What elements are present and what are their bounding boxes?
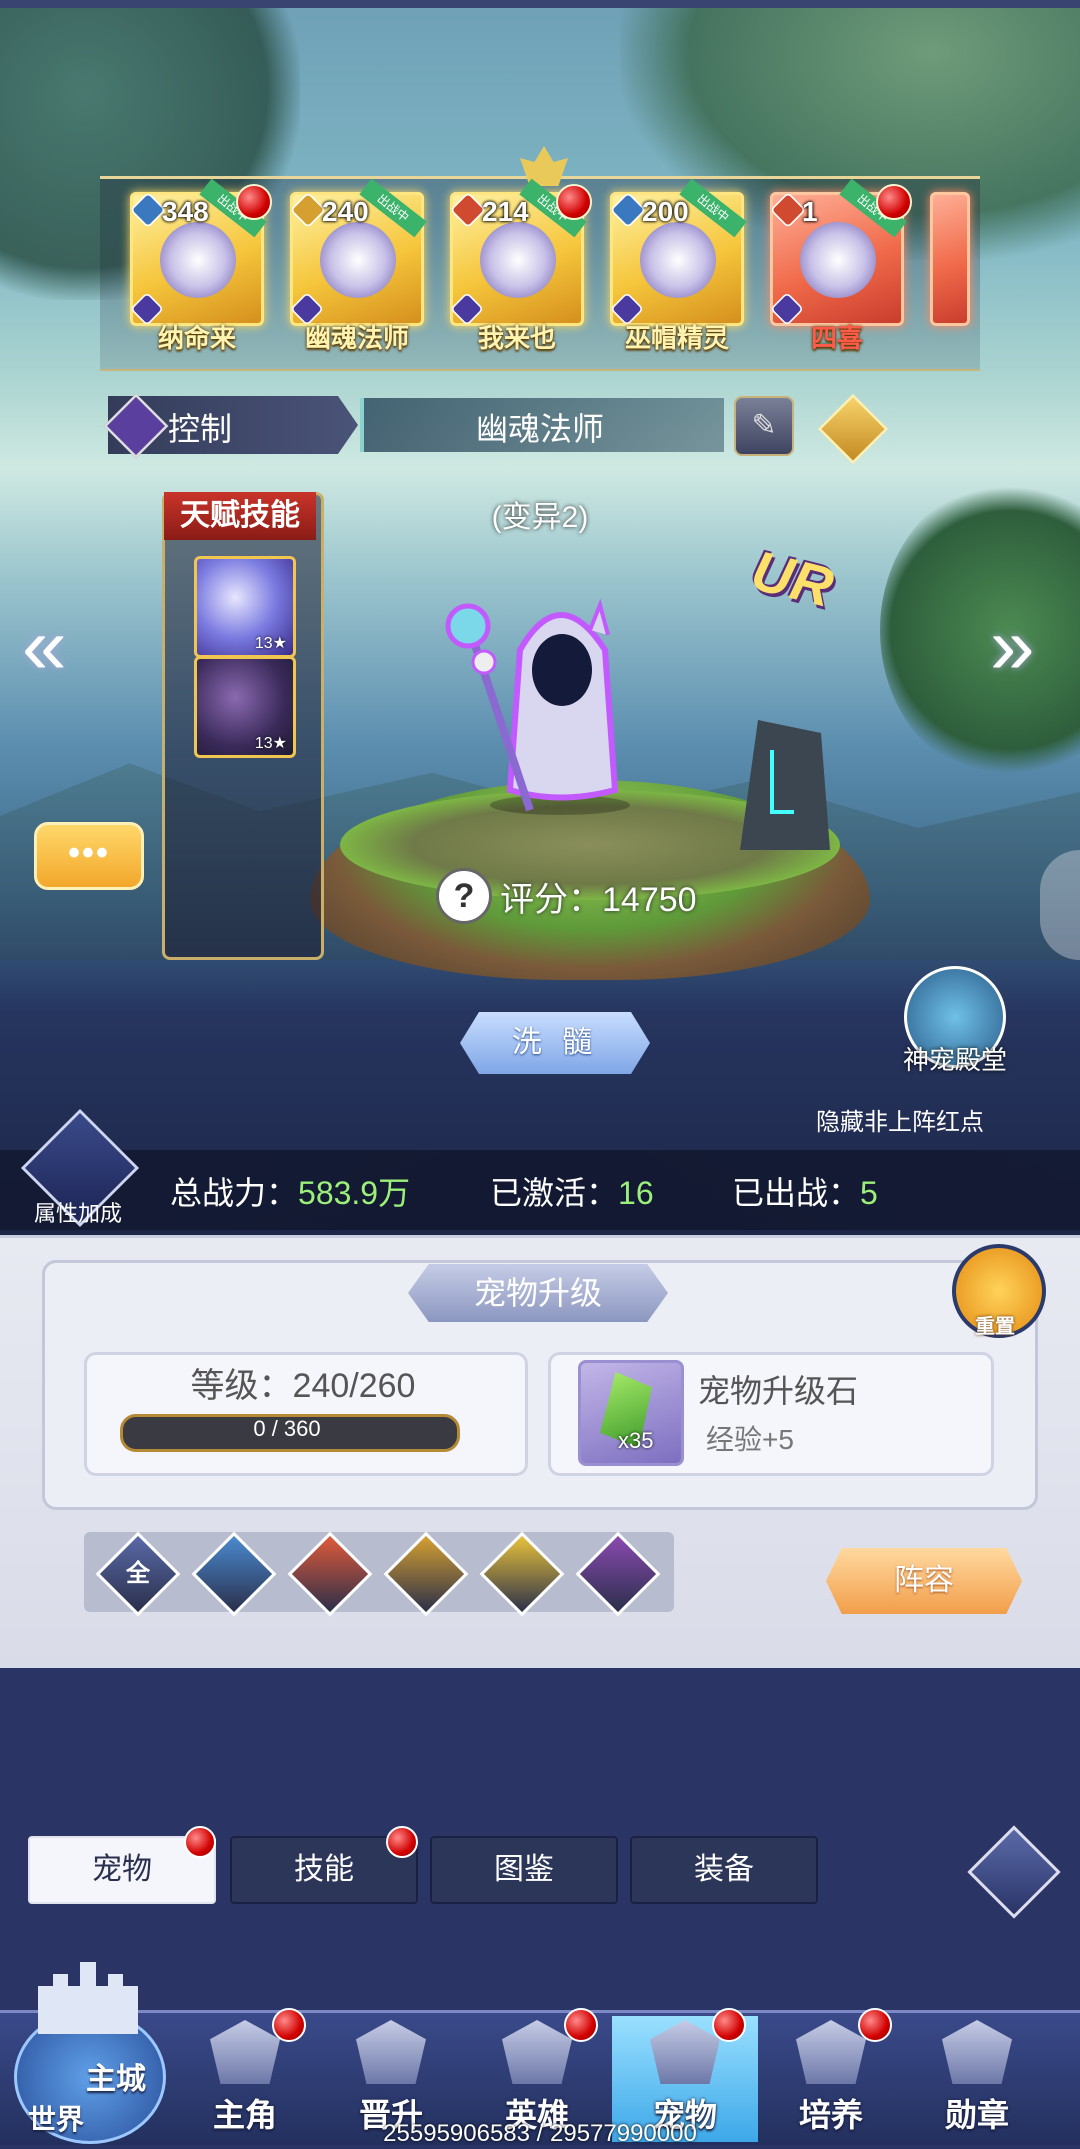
pet-card[interactable]: 出战中 1 xyxy=(769,178,912,326)
pet-portrait xyxy=(160,222,236,298)
red-dot-icon xyxy=(876,184,912,220)
pet-card[interactable]: 出战中 200 xyxy=(609,178,747,326)
red-dot-icon xyxy=(236,184,272,220)
element-icon xyxy=(609,191,647,229)
pet-portrait xyxy=(800,222,876,298)
nav-icon xyxy=(502,2020,572,2084)
subtab-3[interactable]: 装备 xyxy=(630,1836,818,1904)
subtab-label: 装备 xyxy=(694,1853,754,1886)
nav-icon xyxy=(796,2020,866,2084)
element-icon xyxy=(449,191,487,229)
subtab-label: 宠物 xyxy=(92,1853,152,1886)
next-pet-arrow-icon[interactable]: » xyxy=(990,600,1035,692)
exp-text: 0 / 360 xyxy=(253,1416,321,1441)
pet-portrait xyxy=(480,222,556,298)
red-dot-icon xyxy=(564,2008,598,2042)
deployed-count: 已出战：5 xyxy=(732,1175,878,1211)
score-help-icon[interactable]: ? xyxy=(436,868,492,924)
reset-label: 重置 xyxy=(975,1316,1015,1338)
subtab-1[interactable]: 技能 xyxy=(230,1826,418,1904)
nav-icon xyxy=(210,2020,280,2084)
pet-card[interactable]: 出战中 240 xyxy=(289,178,427,326)
chat-button[interactable]: ••• xyxy=(34,822,144,890)
pet-card-name: 幽魂法师 xyxy=(304,323,409,353)
nav-icon xyxy=(942,2020,1012,2084)
rune-stone xyxy=(740,720,830,850)
nav-icon xyxy=(650,2020,720,2084)
element-icon xyxy=(289,191,327,229)
bush-right xyxy=(880,480,1080,780)
ghost-mage-pet-model xyxy=(445,598,630,815)
score-value: 评分：14750 xyxy=(500,881,697,919)
previous-pet-arrow-icon[interactable]: « xyxy=(22,600,67,692)
filter-label: 全 xyxy=(126,1560,150,1587)
subtab-2[interactable]: 图鉴 xyxy=(430,1836,618,1904)
pet-card-name: 我来也 xyxy=(477,323,556,353)
pet-level: 240 xyxy=(322,196,369,227)
subtab-label: 图鉴 xyxy=(494,1853,554,1886)
pet-portrait xyxy=(640,222,716,298)
rename-button[interactable]: ✎ xyxy=(734,396,794,456)
pet-card[interactable]: 出战中 214 xyxy=(449,178,592,326)
pet-level: 1 xyxy=(802,196,818,227)
main-city-label: 主城 xyxy=(86,2063,146,2096)
pet-name: 幽魂法师 xyxy=(475,411,604,447)
team-button-label: 阵容 xyxy=(894,1564,954,1597)
element-icon xyxy=(129,191,167,229)
pet-level: 等级：240/260 xyxy=(190,1367,416,1405)
top-border xyxy=(0,0,1080,8)
skill-level: 13★ xyxy=(254,635,287,652)
chat-bubble-icon: ••• xyxy=(68,834,110,872)
red-dot-icon xyxy=(272,2008,306,2042)
talent-skill-1[interactable]: 13★ xyxy=(194,556,296,658)
stone-exp: 经验+5 xyxy=(706,1424,794,1455)
pet-level: 214 xyxy=(482,196,529,227)
hide-red-dot-toggle[interactable]: 隐藏非上阵红点 xyxy=(760,1102,1040,1137)
nav-icon xyxy=(356,2020,426,2084)
subtab-0[interactable]: 宠物 xyxy=(28,1826,216,1904)
castle-icon xyxy=(38,1962,138,2034)
compass-icon[interactable] xyxy=(967,1825,1061,1919)
red-dot-icon xyxy=(386,1826,418,1858)
resource-footer: 25595906583 / 29577990000 xyxy=(383,2120,697,2147)
pet-level: 200 xyxy=(642,196,689,227)
pet-card-name: 纳命来 xyxy=(157,323,236,353)
pet-level: 348 xyxy=(162,196,209,227)
divine-pet-hall-label: 神宠殿堂 xyxy=(902,1045,1007,1075)
team-button[interactable]: 阵容 xyxy=(826,1548,1022,1614)
pet-card-name: 巫帽精灵 xyxy=(624,323,729,353)
red-dot-icon xyxy=(184,1826,216,1858)
wash-button[interactable]: 洗 髓 xyxy=(460,1012,650,1074)
red-dot-icon xyxy=(556,184,592,220)
pet-card[interactable]: 出战中 348 xyxy=(129,178,272,326)
skill-level: 13★ xyxy=(254,735,287,752)
upgrade-title: 宠物升级 xyxy=(473,1275,602,1311)
red-dot-icon xyxy=(712,2008,746,2042)
stone-count: x35 xyxy=(618,1428,654,1453)
pet-class-label: 控制 xyxy=(168,411,233,447)
stone-name: 宠物升级石 xyxy=(698,1373,859,1409)
red-dot-icon xyxy=(858,2008,892,2042)
upgrade-title-banner: 宠物升级 xyxy=(408,1264,668,1322)
activated-count: 已激活：16 xyxy=(490,1175,654,1211)
pet-card-partial[interactable] xyxy=(930,192,970,326)
variant-label: (变异2) xyxy=(491,501,589,534)
pet-card-name: 四喜 xyxy=(810,323,863,353)
talent-skill-2[interactable]: 13★ xyxy=(194,656,296,758)
attribute-bonus-label: 属性加成 xyxy=(33,1201,122,1226)
feather-icon: ✎ xyxy=(751,409,777,442)
subtab-label: 技能 xyxy=(294,1853,354,1886)
talent-title: 天赋技能 xyxy=(164,492,316,540)
wash-button-label: 洗 髓 xyxy=(511,1026,599,1059)
element-icon xyxy=(769,191,807,229)
total-power: 总战力：583.9万 xyxy=(170,1175,411,1211)
pet-portrait xyxy=(320,222,396,298)
